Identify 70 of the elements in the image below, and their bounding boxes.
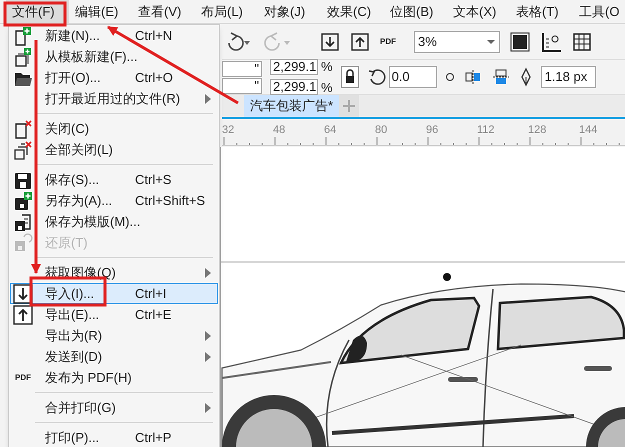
ruler-number: 144 [579,123,598,138]
import-icon[interactable] [320,32,340,52]
rotate-icon[interactable] [366,67,387,87]
ruler-number: 128 [528,123,546,138]
document-tab[interactable]: 汽车包装广告* [244,95,340,117]
submenu-arrow-icon [205,352,211,362]
highlight-frame [4,2,66,26]
mirror-vertical-icon[interactable] [490,67,511,87]
outline-width-field[interactable]: 1.18 px [540,66,596,88]
menu-item[interactable]: 表格(T) [510,0,573,24]
ruler-number: 96 [426,123,438,138]
size-field[interactable]: " [222,60,262,76]
unit-label: % [321,58,333,76]
menu-item[interactable]: 工具(O [573,0,625,24]
menu-item[interactable]: 新建(N)... Ctrl+N [10,25,218,46]
submenu-arrow-icon [205,402,211,412]
size-field[interactable]: " [222,78,262,94]
mirror-horizontal-icon[interactable] [462,67,483,87]
menu-item[interactable]: 关闭(C) [10,118,218,139]
menu-item[interactable]: 布局(L) [195,0,258,24]
pdf-button[interactable]: PDF [380,38,400,46]
menu-item[interactable]: 导出为(R) [10,325,218,346]
close-document-icon [13,118,33,138]
floppy-document-icon [13,212,33,232]
zoom-dropdown[interactable]: 3% [414,30,500,52]
lock-icon[interactable] [340,66,359,88]
full-screen-icon[interactable] [510,32,530,52]
menu-item[interactable]: 查看(V) [132,0,195,24]
submenu-arrow-icon [205,330,211,340]
menu-item[interactable]: 文本(X) [447,0,510,24]
caret-icon [487,40,495,44]
grid-icon[interactable] [572,32,592,52]
export-icon[interactable] [350,32,370,52]
menu-item[interactable]: 编辑(E) [69,0,132,24]
menu-item[interactable]: 位图(B) [384,0,447,24]
ruler-number: 48 [273,123,286,138]
menu-item[interactable]: 保存为模版(M)... [10,211,218,232]
floppy-disk-plus-icon [13,190,33,210]
template-document-icon [13,46,33,66]
ruler-number: 112 [477,123,495,138]
rotation-field[interactable]: 0.0 [388,66,437,88]
menu-item[interactable]: PDF 发布为 PDF(H) [10,367,218,388]
menu-item[interactable]: 效果(C) [321,0,384,24]
menu-item[interactable]: 打开(O)... Ctrl+O [10,67,218,88]
pdf-icon: PDF [15,374,31,382]
menu-item[interactable]: 打开最近用过的文件(R) [10,88,218,109]
menu-item[interactable]: 打印(P)... Ctrl+P [10,427,218,447]
menu-item[interactable]: 导入(I)... Ctrl+I [10,283,218,304]
menu-item[interactable]: 从模板新建(F)... [10,46,218,67]
menu-item[interactable]: 保存(S)... Ctrl+S [10,169,218,190]
pen-nib-icon[interactable] [518,67,533,87]
ruler-icon[interactable] [540,30,562,52]
menu-item[interactable]: 全部关闭(L) [10,139,218,160]
floppy-disk-icon [13,232,33,252]
degree-icon [444,72,455,82]
submenu-arrow-icon [205,268,211,278]
unit-label: % [321,78,333,96]
export-icon [13,304,33,324]
menu-item[interactable]: 导出(E)... Ctrl+E [10,304,218,325]
scale-field[interactable]: 2,299.1 [270,58,318,75]
menu-item[interactable]: 发送到(D) [10,346,218,367]
close-documents-icon [13,140,33,160]
menu-item[interactable]: 合并打印(G) [10,397,218,418]
menu-item[interactable]: 另存为(A)... Ctrl+Shift+S [10,190,218,211]
ruler-number: 80 [375,123,388,138]
ruler-number: 32 [222,123,234,138]
ruler-number: 64 [324,123,336,138]
scale-field[interactable]: 2,299.1 [270,79,318,96]
submenu-arrow-icon [205,94,211,104]
menu-item[interactable]: 对象(J) [258,0,321,24]
